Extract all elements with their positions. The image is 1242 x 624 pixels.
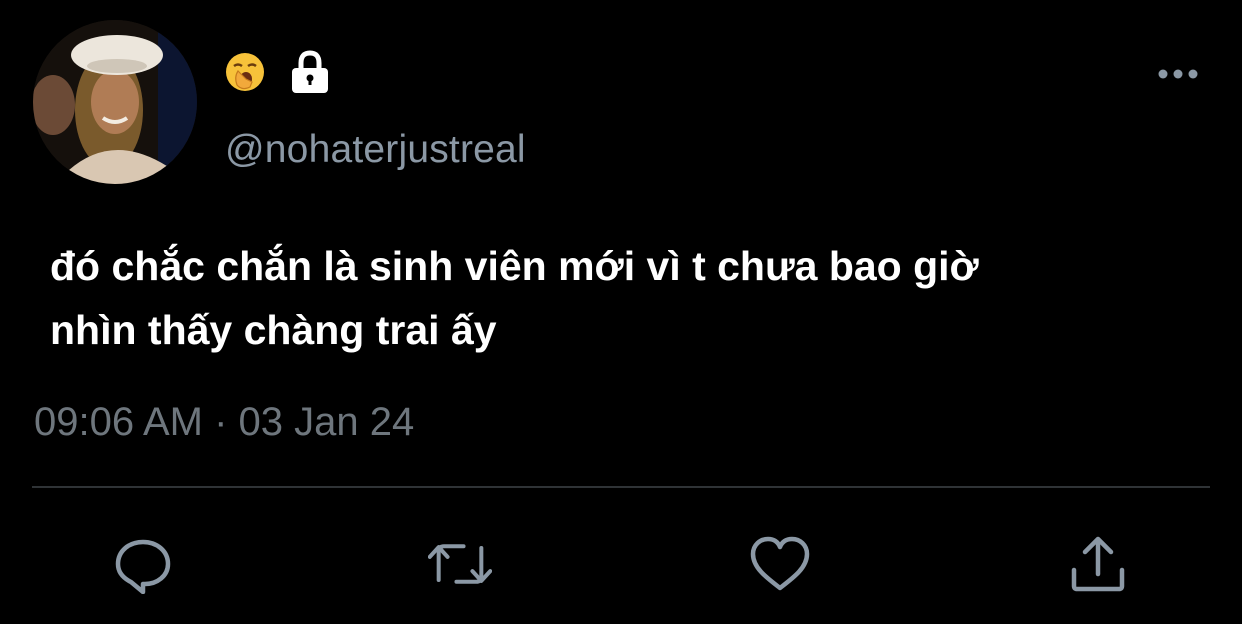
like-button[interactable] [748, 532, 812, 596]
avatar[interactable] [33, 20, 197, 184]
more-options-icon [1158, 69, 1198, 79]
reply-button[interactable] [111, 532, 175, 596]
yawning-face-emoji-icon [226, 53, 264, 91]
tweet-timestamp[interactable]: 09:06 AM · 03 Jan 24 [34, 400, 414, 445]
tweet-detail: @nohaterjustreal đó chắc chắn là sinh vi… [0, 0, 1242, 624]
heart-icon [750, 536, 810, 591]
divider [32, 486, 1210, 488]
more-options-button[interactable] [1150, 56, 1206, 92]
retweet-icon [428, 544, 492, 584]
reply-icon [115, 539, 171, 594]
lock-icon [292, 50, 328, 93]
retweet-button[interactable] [428, 532, 492, 596]
user-handle[interactable]: @nohaterjustreal [225, 128, 526, 172]
display-name-row[interactable] [224, 48, 332, 96]
share-button[interactable] [1066, 532, 1130, 596]
share-icon [1071, 536, 1125, 592]
tweet-text: đó chắc chắn là sinh viên mới vì t chưa … [50, 243, 979, 353]
avatar-photo [33, 20, 197, 184]
